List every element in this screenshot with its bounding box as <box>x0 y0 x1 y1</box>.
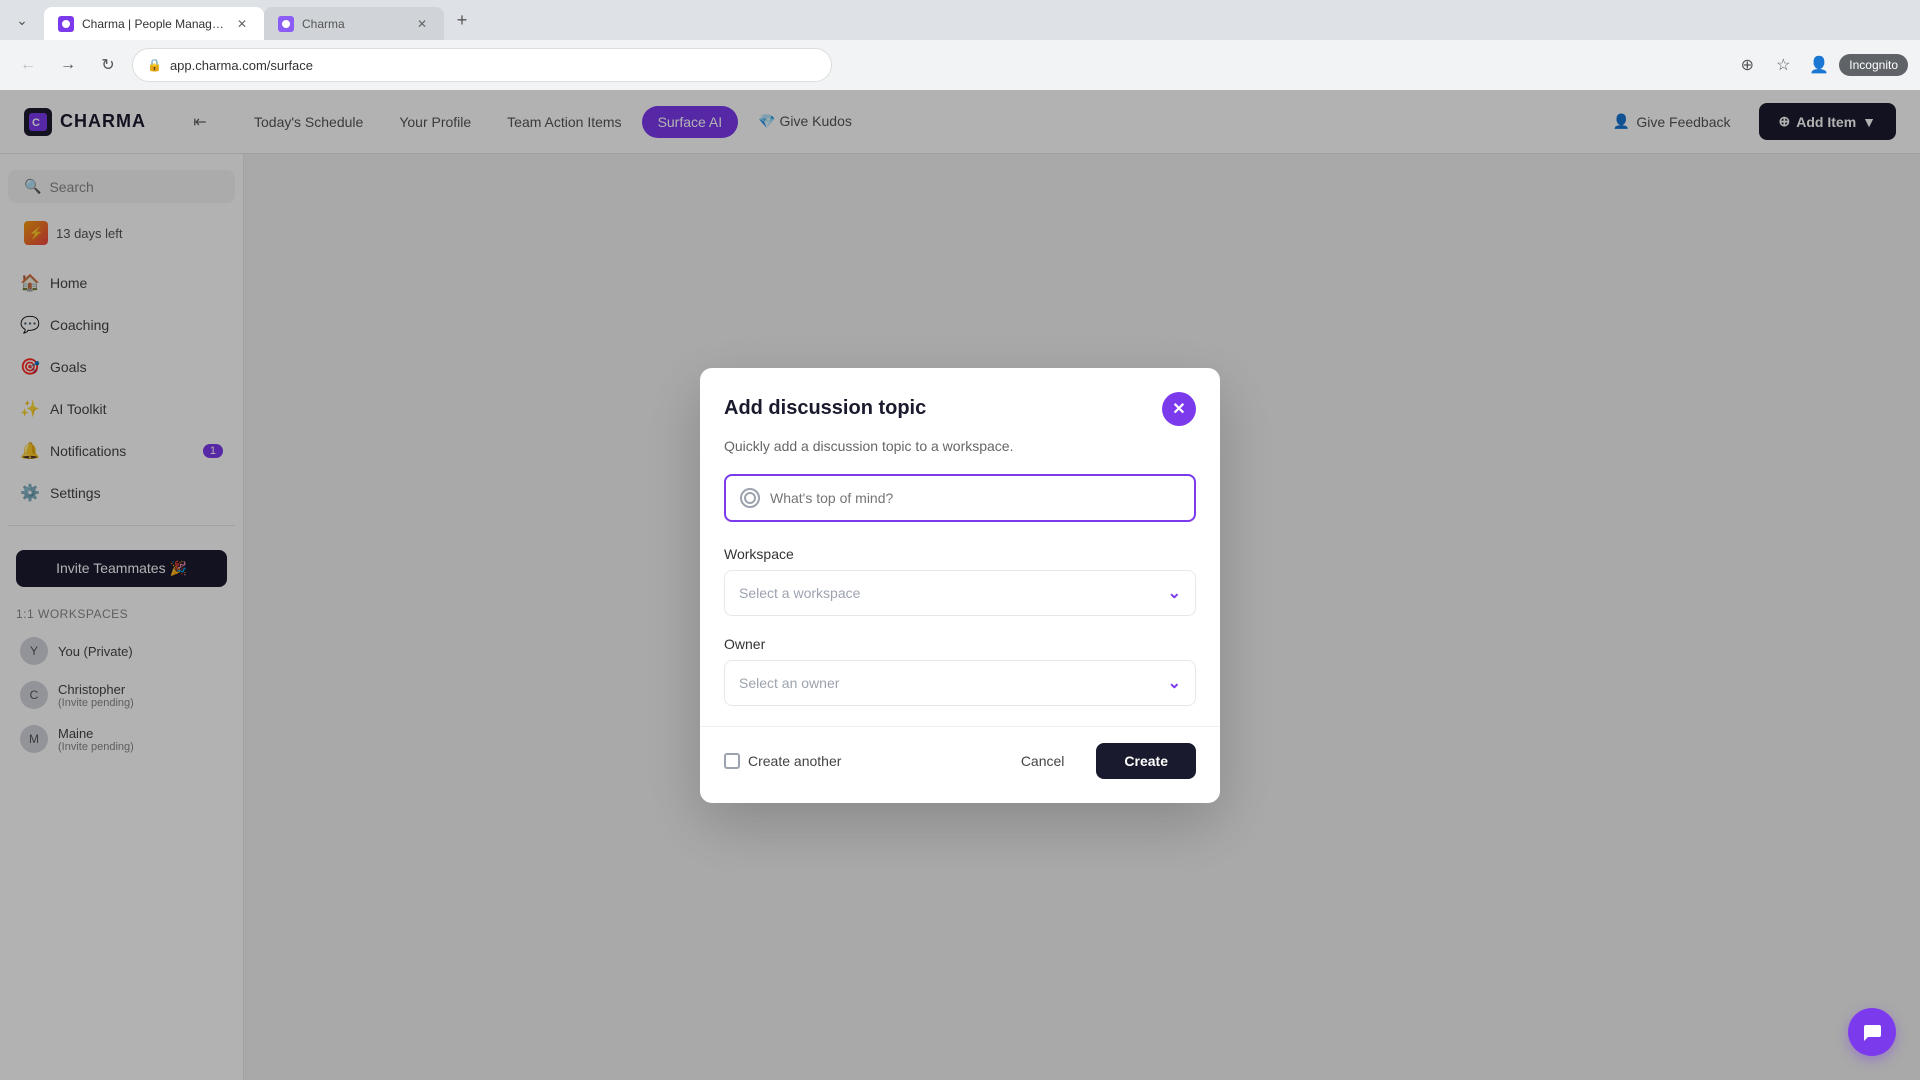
workspace-select[interactable]: Select a workspace ⌄ <box>724 570 1196 616</box>
browser-chrome: ⌄ Charma | People Management ... ✕ Charm… <box>0 0 1920 90</box>
create-another-row: Create another <box>724 753 841 769</box>
workspace-chevron-icon: ⌄ <box>1168 583 1181 603</box>
modal-footer: Create another Cancel Create <box>700 726 1220 803</box>
modal-header: Add discussion topic ✕ <box>700 368 1220 438</box>
toolbar-actions: ⊕ ☆ 👤 Incognito <box>1731 49 1908 81</box>
back-button[interactable]: ← <box>12 49 44 81</box>
create-another-label[interactable]: Create another <box>748 753 841 769</box>
add-discussion-topic-modal: Add discussion topic ✕ Quickly add a dis… <box>700 368 1220 803</box>
modal-subtitle: Quickly add a discussion topic to a work… <box>724 438 1196 454</box>
tab-close-1[interactable]: ✕ <box>234 16 250 32</box>
topic-input-row <box>724 474 1196 522</box>
chat-support-button[interactable] <box>1848 1008 1896 1056</box>
cancel-button[interactable]: Cancel <box>1001 743 1085 779</box>
create-button[interactable]: Create <box>1096 743 1196 779</box>
tab-title-2: Charma <box>302 17 406 31</box>
browser-tabs: ⌄ Charma | People Management ... ✕ Charm… <box>0 0 1920 40</box>
create-another-checkbox[interactable] <box>724 753 740 769</box>
workspace-form-group: Workspace Select a workspace ⌄ <box>724 546 1196 616</box>
cast-icon[interactable]: ⊕ <box>1731 49 1763 81</box>
new-tab-button[interactable]: + <box>448 6 476 34</box>
owner-select[interactable]: Select an owner ⌄ <box>724 660 1196 706</box>
lock-icon: 🔒 <box>147 58 162 72</box>
reload-button[interactable]: ↻ <box>92 49 124 81</box>
workspace-label: Workspace <box>724 546 1196 562</box>
topic-check-icon <box>740 488 760 508</box>
address-text: app.charma.com/surface <box>170 58 313 73</box>
browser-toolbar: ← → ↻ 🔒 app.charma.com/surface ⊕ ☆ 👤 Inc… <box>0 40 1920 90</box>
modal-body: Quickly add a discussion topic to a work… <box>700 438 1220 706</box>
browser-tab-active[interactable]: Charma | People Management ... ✕ <box>44 7 264 40</box>
profile-icon[interactable]: 👤 <box>1803 49 1835 81</box>
modal-title: Add discussion topic <box>724 397 926 420</box>
topic-input-field[interactable] <box>770 490 1180 506</box>
owner-label: Owner <box>724 636 1196 652</box>
incognito-badge: Incognito <box>1839 54 1908 76</box>
tab-title-1: Charma | People Management ... <box>82 17 226 31</box>
modal-overlay[interactable]: Add discussion topic ✕ Quickly add a dis… <box>0 90 1920 1080</box>
modal-close-button[interactable]: ✕ <box>1162 392 1196 426</box>
owner-form-group: Owner Select an owner ⌄ <box>724 636 1196 706</box>
favicon-1 <box>58 16 74 32</box>
workspace-select-placeholder: Select a workspace <box>739 585 860 601</box>
browser-tab-2[interactable]: Charma ✕ <box>264 7 444 40</box>
address-bar[interactable]: 🔒 app.charma.com/surface <box>132 48 832 82</box>
forward-button[interactable]: → <box>52 49 84 81</box>
favicon-2 <box>278 16 294 32</box>
bookmark-icon[interactable]: ☆ <box>1767 49 1799 81</box>
owner-chevron-icon: ⌄ <box>1168 673 1181 693</box>
owner-select-placeholder: Select an owner <box>739 675 839 691</box>
tab-list-button[interactable]: ⌄ <box>8 6 36 34</box>
tab-close-2[interactable]: ✕ <box>414 16 430 32</box>
